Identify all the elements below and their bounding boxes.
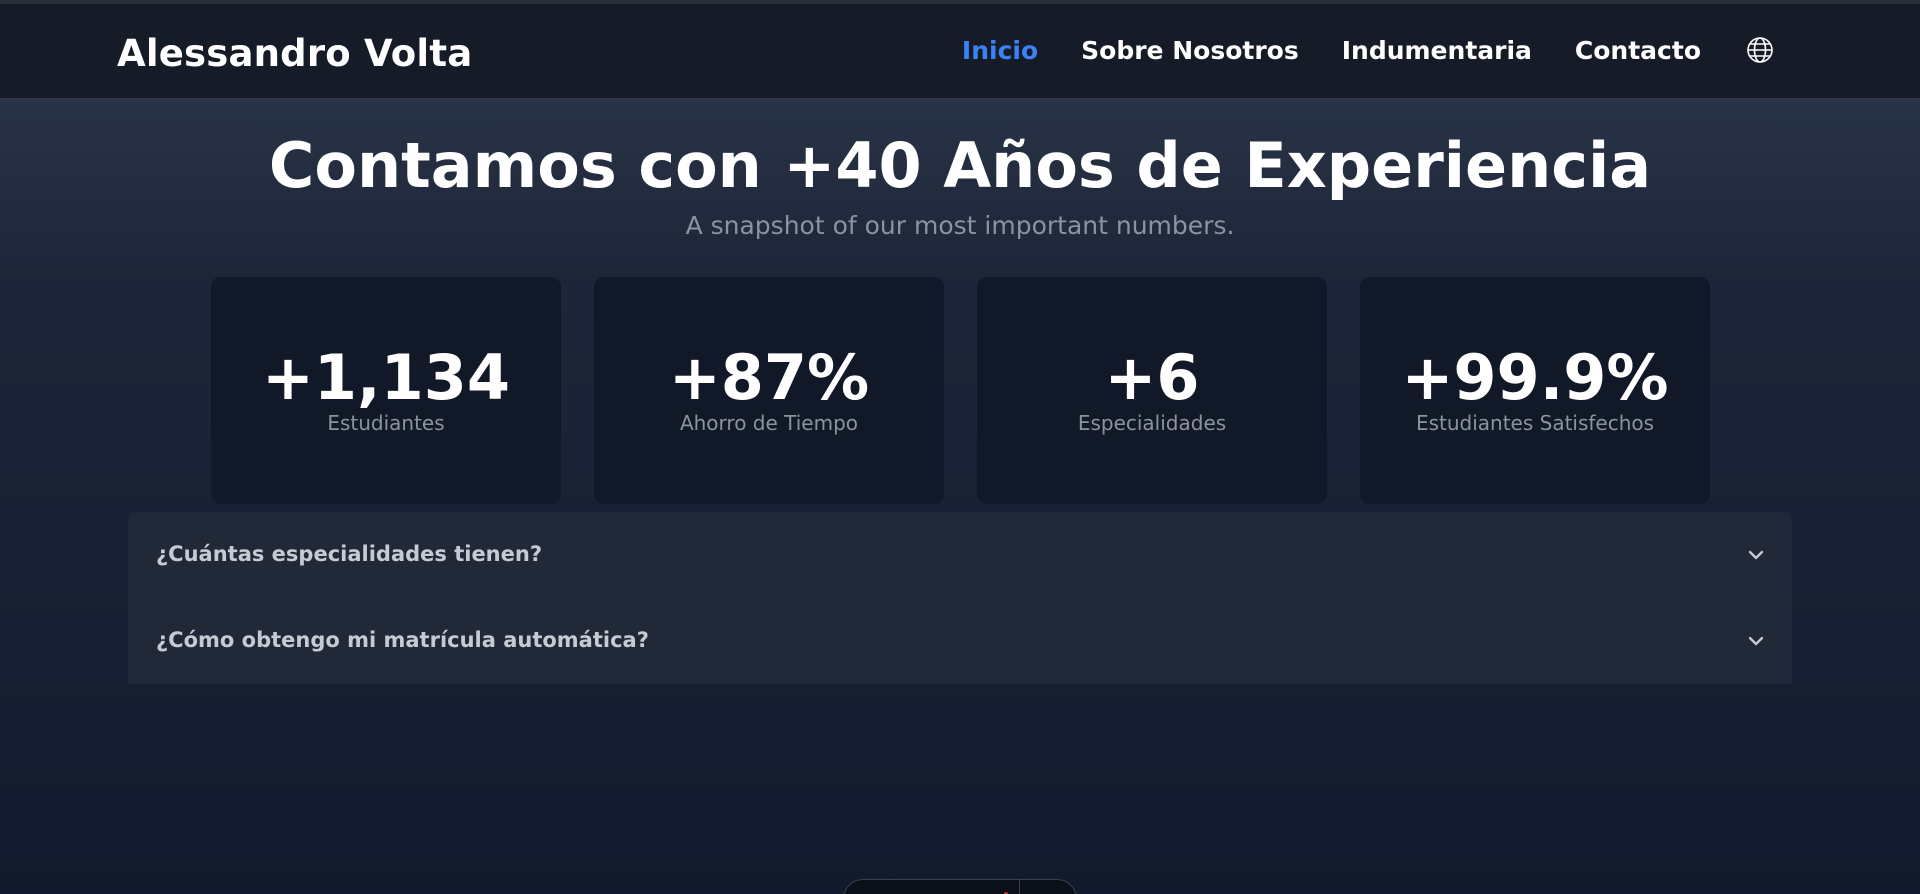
stat-value: +1,134 <box>261 341 511 414</box>
brand-logo-text[interactable]: Alessandro Volta <box>117 32 472 75</box>
stat-card-ahorro-de-tiempo: +87% Ahorro de Tiempo <box>594 277 944 504</box>
stats-grid: +1,134 Estudiantes +87% Ahorro de Tiempo… <box>211 277 1710 504</box>
stat-value: +6 <box>1104 341 1200 414</box>
stat-card-estudiantes: +1,134 Estudiantes <box>211 277 561 504</box>
nav-link-indumentaria[interactable]: Indumentaria <box>1342 36 1532 65</box>
chevron-down-icon[interactable] <box>1746 631 1766 651</box>
navbar: Alessandro Volta Inicio Sobre Nosotros I… <box>0 4 1920 99</box>
stat-card-especialidades: +6 Especialidades <box>977 277 1327 504</box>
stat-value: +87% <box>668 341 870 414</box>
stat-value: +99.9% <box>1401 341 1669 414</box>
chevron-down-icon[interactable] <box>1746 545 1766 565</box>
stat-label: Ahorro de Tiempo <box>679 411 859 435</box>
main-nav: Inicio Sobre Nosotros Indumentaria Conta… <box>962 34 1776 66</box>
faq-item-especialidades[interactable]: ¿Cuántas especialidades tienen? <box>128 512 1792 598</box>
stat-label: Estudiantes <box>327 411 445 435</box>
globe-icon[interactable] <box>1744 34 1776 66</box>
faq-item-matricula[interactable]: ¿Cómo obtengo mi matrícula automática? <box>128 598 1792 684</box>
faq-accordion: ¿Cuántas especialidades tienen? ¿Cómo ob… <box>128 512 1792 684</box>
hero-subtitle: A snapshot of our most important numbers… <box>685 211 1235 240</box>
stat-label: Estudiantes Satisfechos <box>1415 411 1655 435</box>
nav-link-contacto[interactable]: Contacto <box>1575 36 1701 65</box>
nav-link-sobre-nosotros[interactable]: Sobre Nosotros <box>1081 36 1299 65</box>
stat-card-estudiantes-satisfechos: +99.9% Estudiantes Satisfechos <box>1360 277 1710 504</box>
faq-question: ¿Cuántas especialidades tienen? <box>156 542 543 566</box>
hero-section: Contamos con +40 Años de Experiencia A s… <box>0 99 1920 894</box>
stat-label: Especialidades <box>1077 411 1227 435</box>
hero-title: Contamos con +40 Años de Experiencia <box>268 129 1652 202</box>
nav-link-inicio[interactable]: Inicio <box>962 36 1038 65</box>
faq-question: ¿Cómo obtengo mi matrícula automática? <box>156 628 649 652</box>
floating-control-pill[interactable] <box>843 879 1077 894</box>
pill-divider <box>1019 880 1020 894</box>
